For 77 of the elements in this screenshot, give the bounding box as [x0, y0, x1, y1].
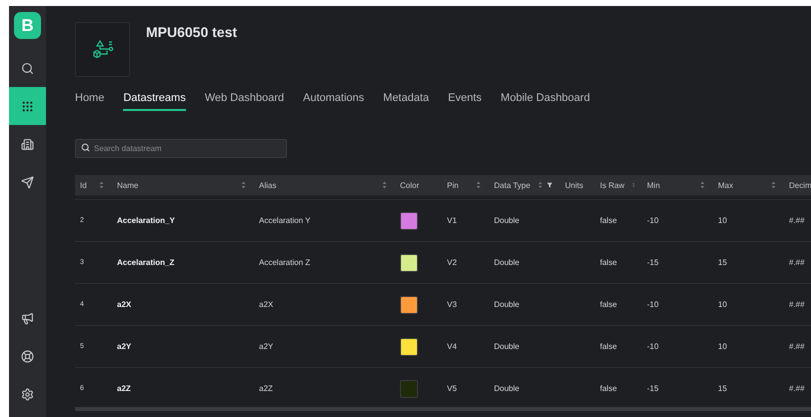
- building-icon: [21, 138, 34, 150]
- table-cell-text: V2: [446, 258, 458, 267]
- table-cell-text: #.##: [788, 384, 806, 393]
- table-cell-text: false: [599, 300, 618, 309]
- table-cell-text: Accelaration Z: [258, 258, 312, 267]
- tab[interactable]: Events: [448, 92, 482, 111]
- table-cell-text: 15: [717, 384, 728, 393]
- table-cell-text: a2Y: [116, 342, 132, 351]
- settings-icon: [21, 388, 34, 400]
- column-header: Is Raw: [600, 180, 624, 190]
- sort-icon[interactable]: [99, 181, 104, 189]
- table-cell-text: 15: [717, 258, 728, 267]
- grid-icon: [21, 100, 34, 112]
- filter-icon[interactable]: [546, 182, 552, 188]
- table-cell-text: Double: [493, 342, 520, 351]
- search-icon: [81, 143, 90, 152]
- table-cell-text: -15: [646, 258, 660, 267]
- column-header: Id: [80, 180, 87, 190]
- table-cell-text: a2Y: [258, 342, 274, 351]
- table-cell-text: 10: [717, 342, 728, 351]
- table-cell-text: false: [599, 384, 618, 393]
- sort-icon[interactable]: [700, 181, 705, 189]
- column-header: Data Type: [494, 180, 530, 190]
- project-title: MPU6050 test: [146, 24, 238, 42]
- table-cell-text: -10: [646, 342, 660, 351]
- table-cell-text: 10: [717, 300, 728, 309]
- table-cell-text: V1: [446, 216, 458, 225]
- sort-icon[interactable]: [241, 181, 246, 189]
- table-cell-text: a2X: [258, 300, 274, 309]
- table-cell-text: Accelaration_Y: [116, 216, 176, 225]
- table-cell-text: V3: [446, 300, 458, 309]
- table-cell-text: #.##: [788, 216, 806, 225]
- table-cell-text: Accelaration_Z: [116, 258, 176, 267]
- table-cell-text: false: [599, 216, 618, 225]
- table-cell-text: Double: [493, 258, 520, 267]
- column-header: Decim: [789, 180, 811, 190]
- table-cell-text: V4: [446, 342, 458, 351]
- table-cell-text: -15: [646, 384, 660, 393]
- table-cell-text: Double: [493, 300, 520, 309]
- table-cell-text: a2Z: [116, 384, 132, 393]
- tab[interactable]: Datastreams: [123, 92, 186, 111]
- tab[interactable]: Home: [75, 92, 104, 111]
- column-header: Units: [565, 180, 584, 190]
- column-header: Pin: [447, 180, 459, 190]
- table-cell-text: #.##: [788, 342, 806, 351]
- sort-icon[interactable]: [771, 181, 776, 189]
- table-cell-text: a2X: [116, 300, 132, 309]
- table-cell-text: Accelaration Y: [258, 216, 312, 225]
- table-cell-text: false: [599, 342, 618, 351]
- project-icon: [90, 38, 114, 60]
- column-header: Name: [117, 180, 138, 190]
- paper-plane-icon: [21, 176, 34, 188]
- search-field[interactable]: Search datastream: [75, 139, 287, 158]
- table-cell-text: a2Z: [258, 384, 274, 393]
- column-header: Max: [718, 180, 734, 190]
- tab[interactable]: Mobile Dashboard: [500, 92, 590, 111]
- sort-icon[interactable]: [632, 181, 636, 189]
- table-cell-text: #.##: [788, 258, 806, 267]
- lifebuoy-icon: [21, 350, 34, 362]
- tab[interactable]: Metadata: [383, 92, 430, 111]
- megaphone-icon: [21, 312, 34, 324]
- table-cell-text: -10: [646, 216, 660, 225]
- tab[interactable]: Automations: [303, 92, 364, 111]
- table-cell-text: -10: [646, 300, 660, 309]
- table-cell-text: 10: [717, 216, 728, 225]
- table-cell-text: Double: [493, 384, 520, 393]
- tab[interactable]: Web Dashboard: [204, 92, 284, 111]
- table-cell-text: #.##: [788, 300, 806, 309]
- sort-icon[interactable]: [382, 181, 387, 189]
- table-cell-text: false: [599, 258, 618, 267]
- sort-icon[interactable]: [476, 181, 481, 189]
- search-icon: [21, 62, 34, 74]
- column-header: Alias: [259, 180, 276, 190]
- table-cell-text: Double: [493, 216, 520, 225]
- column-header: Color: [400, 180, 420, 190]
- table-cell-text: V5: [446, 384, 458, 393]
- column-header: Min: [647, 180, 660, 190]
